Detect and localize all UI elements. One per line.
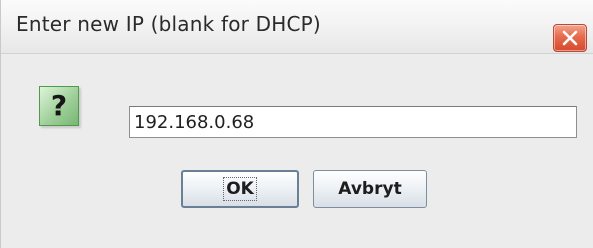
question-mark: ? bbox=[50, 89, 68, 122]
ok-button[interactable]: OK bbox=[181, 170, 299, 208]
dialog-title: Enter new IP (blank for DHCP) bbox=[16, 12, 321, 36]
dialog-window: Enter new IP (blank for DHCP) ? OK Avbry… bbox=[0, 0, 593, 248]
cancel-button-label: Avbryt bbox=[338, 179, 402, 199]
close-button[interactable] bbox=[553, 24, 587, 52]
title-bar[interactable]: Enter new IP (blank for DHCP) bbox=[1, 0, 593, 54]
dialog-content: ? OK Avbryt bbox=[1, 54, 593, 248]
close-icon bbox=[562, 30, 578, 46]
cancel-button[interactable]: Avbryt bbox=[313, 170, 427, 208]
ip-address-input[interactable] bbox=[129, 106, 577, 138]
ok-button-label: OK bbox=[223, 177, 257, 201]
question-icon: ? bbox=[39, 86, 79, 126]
